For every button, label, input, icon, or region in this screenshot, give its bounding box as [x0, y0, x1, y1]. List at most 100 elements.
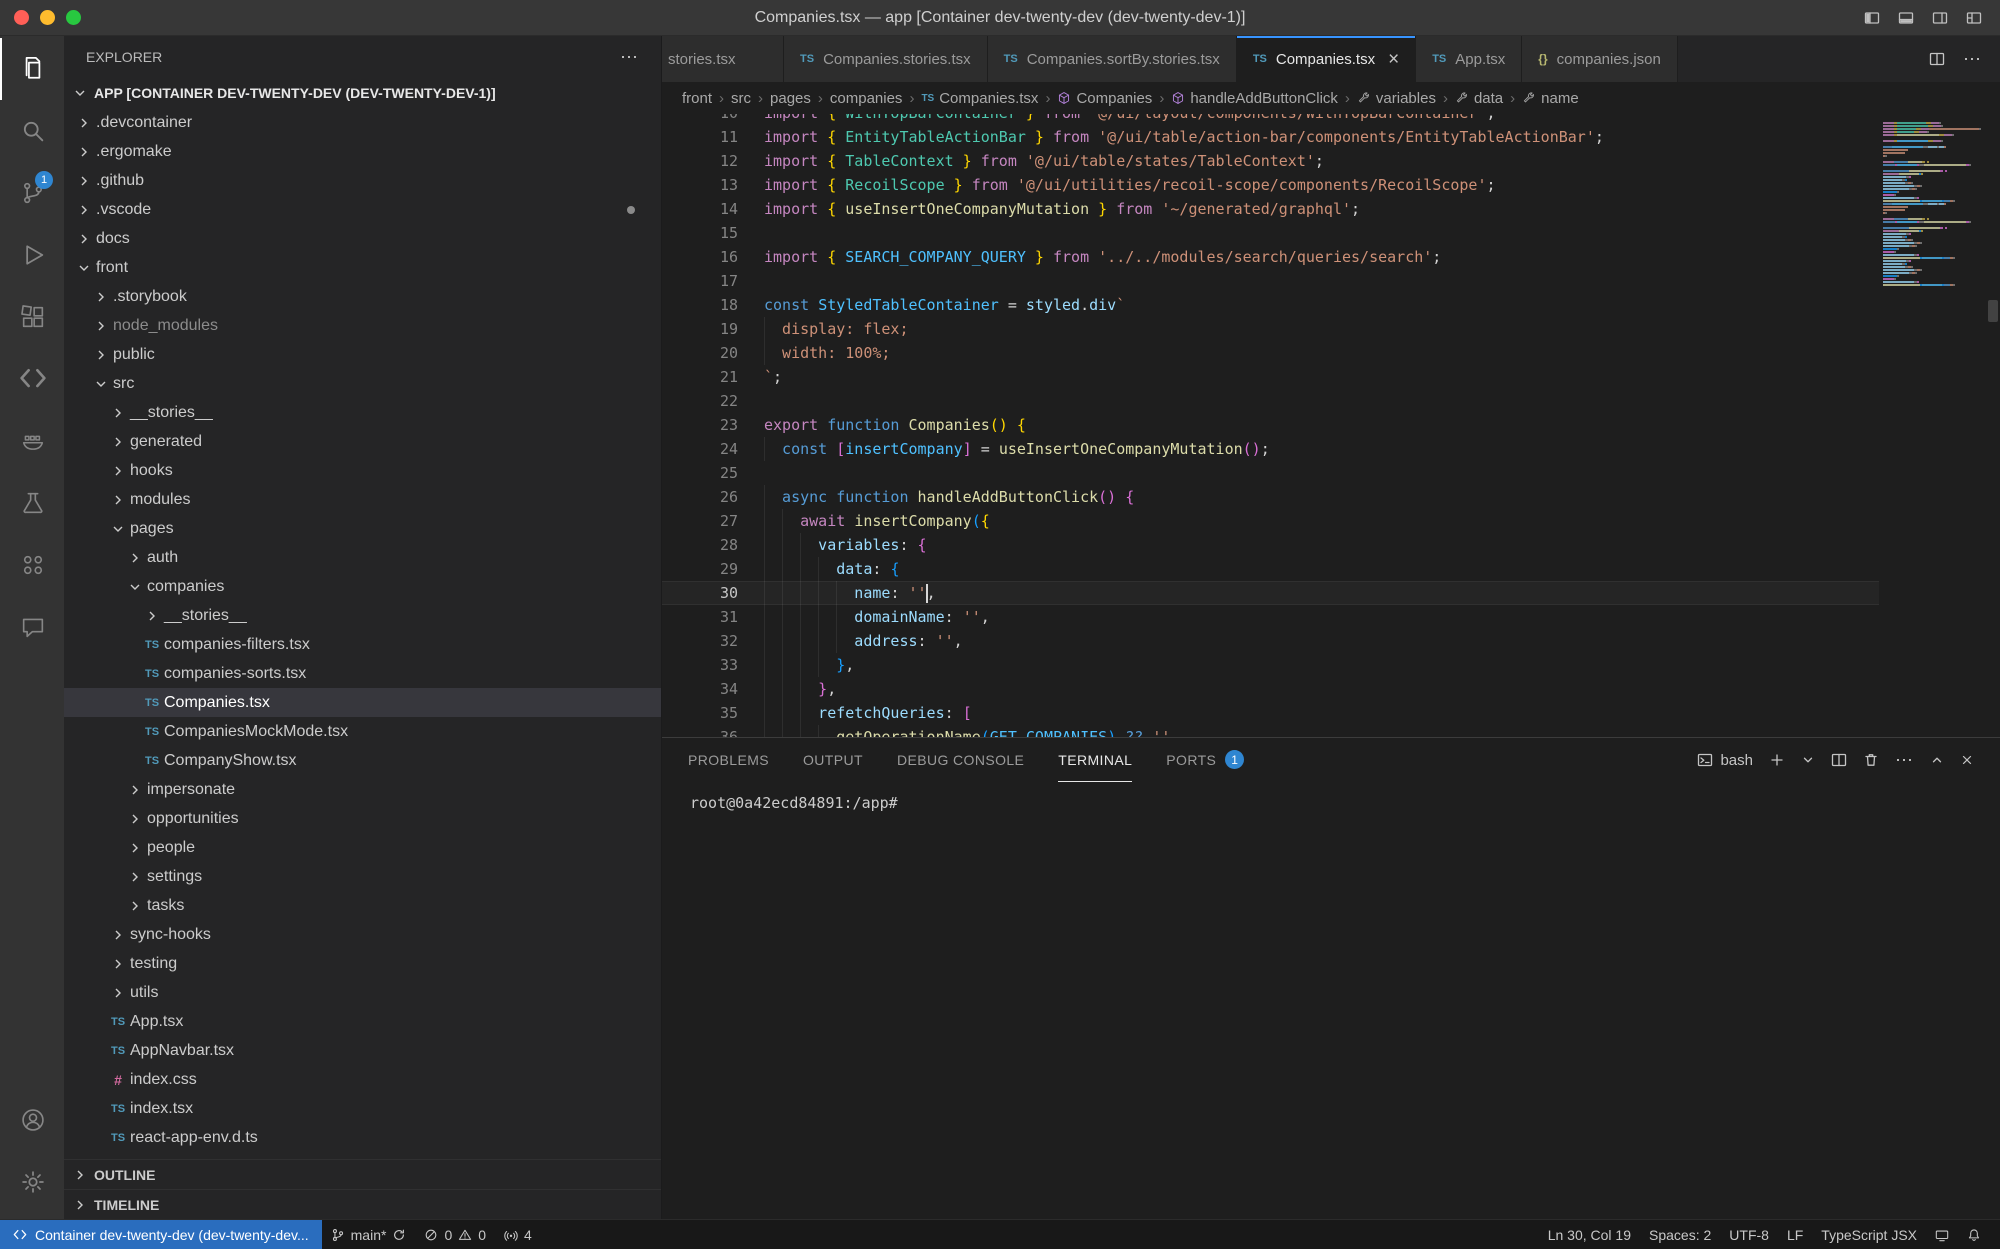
- terminal-profile-chip[interactable]: bash: [1697, 752, 1753, 769]
- branch-indicator[interactable]: main*: [322, 1220, 416, 1249]
- panel-tab-output[interactable]: OUTPUT: [803, 738, 863, 782]
- panel-tab-ports[interactable]: PORTS1: [1166, 738, 1244, 782]
- tree-item-src[interactable]: src: [64, 369, 661, 398]
- tab-stories-tsx[interactable]: stories.tsx: [662, 36, 784, 82]
- toggle-panel-icon[interactable]: [1898, 10, 1914, 26]
- tree-item-public[interactable]: public: [64, 340, 661, 369]
- tree-item-node-modules[interactable]: node_modules: [64, 311, 661, 340]
- tree-item-sync-hooks[interactable]: sync-hooks: [64, 920, 661, 949]
- panel-tab-terminal[interactable]: TERMINAL: [1058, 738, 1132, 782]
- notifications[interactable]: [1958, 1220, 1990, 1249]
- activity-run-and-debug-button[interactable]: [0, 224, 64, 286]
- language-mode[interactable]: TypeScript JSX: [1812, 1220, 1926, 1249]
- encoding-setting[interactable]: UTF-8: [1720, 1220, 1778, 1249]
- remote-indicator[interactable]: Container dev-twenty-dev (dev-twenty-dev…: [0, 1220, 322, 1249]
- tree-item--devcontainer[interactable]: .devcontainer: [64, 108, 661, 137]
- tree-item-people[interactable]: people: [64, 833, 661, 862]
- maximize-panel-icon[interactable]: [1930, 753, 1944, 767]
- toggle-secondary-sidebar-icon[interactable]: [1932, 10, 1948, 26]
- tree-item-companiesmockmode-tsx[interactable]: TSCompaniesMockMode.tsx: [64, 717, 661, 746]
- tree-item--ergomake[interactable]: .ergomake: [64, 137, 661, 166]
- activity-extensions-button[interactable]: [0, 286, 64, 348]
- code-line-25[interactable]: 25: [662, 461, 1879, 485]
- tree-item-opportunities[interactable]: opportunities: [64, 804, 661, 833]
- breadcrumb-item-front[interactable]: front: [682, 90, 712, 107]
- breadcrumb-item-pages[interactable]: pages: [770, 90, 811, 107]
- code-line-33[interactable]: 33 },: [662, 653, 1879, 677]
- panel-tab-debug-console[interactable]: DEBUG CONSOLE: [897, 738, 1024, 782]
- activity-testing-button[interactable]: [0, 472, 64, 534]
- code-line-13[interactable]: 13import { RecoilScope } from '@/ui/util…: [662, 173, 1879, 197]
- breadcrumb-item-companies[interactable]: companies: [830, 90, 903, 107]
- panel-tab-problems[interactable]: PROBLEMS: [688, 738, 769, 782]
- breadcrumb-item-companies[interactable]: Companies: [1057, 90, 1152, 107]
- activity-docker-button[interactable]: [0, 410, 64, 472]
- code-line-36[interactable]: 36 getOperationName(GET_COMPANIES) ?? ''…: [662, 725, 1879, 737]
- indentation-setting[interactable]: Spaces: 2: [1640, 1220, 1720, 1249]
- breadcrumb-item-variables[interactable]: variables: [1357, 90, 1436, 107]
- terminal-output[interactable]: root@0a42ecd84891:/app#: [662, 782, 2000, 1219]
- activity-settings-button[interactable]: [0, 1151, 64, 1213]
- breadcrumb-item-data[interactable]: data: [1455, 90, 1503, 107]
- activity-comments-button[interactable]: [0, 596, 64, 658]
- code-line-10[interactable]: 10import { WithTopBarContainer } from '@…: [662, 114, 1879, 125]
- tree-item-companyshow-tsx[interactable]: TSCompanyShow.tsx: [64, 746, 661, 775]
- panel-more-actions-icon[interactable]: ⋯: [1895, 750, 1914, 771]
- tree-item-docs[interactable]: docs: [64, 224, 661, 253]
- new-terminal-icon[interactable]: [1769, 752, 1785, 768]
- breadcrumb-item-name[interactable]: name: [1522, 90, 1579, 107]
- code-line-19[interactable]: 19 display: flex;: [662, 317, 1879, 341]
- customize-layout-icon[interactable]: [1966, 10, 1982, 26]
- problems-indicator[interactable]: 0 0: [415, 1220, 495, 1249]
- tab-companies-stories-tsx[interactable]: TSCompanies.stories.tsx: [784, 36, 988, 82]
- tree-item-companies-tsx[interactable]: TSCompanies.tsx: [64, 688, 661, 717]
- code-line-18[interactable]: 18const StyledTableContainer = styled.di…: [662, 293, 1879, 317]
- toggle-sidebar-icon[interactable]: [1864, 10, 1880, 26]
- activity-accounts-button[interactable]: [0, 1089, 64, 1151]
- tree-item-auth[interactable]: auth: [64, 543, 661, 572]
- code-line-29[interactable]: 29 data: {: [662, 557, 1879, 581]
- code-line-14[interactable]: 14import { useInsertOneCompanyMutation }…: [662, 197, 1879, 221]
- tree-item-settings[interactable]: settings: [64, 862, 661, 891]
- code-line-17[interactable]: 17: [662, 269, 1879, 293]
- tree-item--vscode[interactable]: .vscode: [64, 195, 661, 224]
- tree-item-app-tsx[interactable]: TSApp.tsx: [64, 1007, 661, 1036]
- tree-item-hooks[interactable]: hooks: [64, 456, 661, 485]
- editor-more-actions-icon[interactable]: ⋯: [1963, 49, 1982, 70]
- tree-item-companies-sorts-tsx[interactable]: TScompanies-sorts.tsx: [64, 659, 661, 688]
- split-terminal-icon[interactable]: [1831, 752, 1847, 768]
- code-line-23[interactable]: 23export function Companies() {: [662, 413, 1879, 437]
- activity-remote-explorer-button[interactable]: [0, 348, 64, 410]
- tree-item--stories-[interactable]: __stories__: [64, 398, 661, 427]
- tree-item-index-css[interactable]: #index.css: [64, 1065, 661, 1094]
- code-line-32[interactable]: 32 address: '',: [662, 629, 1879, 653]
- code-line-28[interactable]: 28 variables: {: [662, 533, 1879, 557]
- zoom-window-button[interactable]: [66, 10, 81, 25]
- breadcrumb-item-handleaddbuttonclick[interactable]: handleAddButtonClick: [1171, 90, 1338, 107]
- code-line-22[interactable]: 22: [662, 389, 1879, 413]
- ports-indicator[interactable]: 4: [495, 1220, 541, 1249]
- minimap[interactable]: [1879, 114, 1986, 737]
- tab-companies-sortby-stories-tsx[interactable]: TSCompanies.sortBy.stories.tsx: [988, 36, 1237, 82]
- code-line-30[interactable]: 30 name: '',: [662, 581, 1879, 605]
- tree-item-companies-filters-tsx[interactable]: TScompanies-filters.tsx: [64, 630, 661, 659]
- kill-terminal-icon[interactable]: [1863, 752, 1879, 768]
- activity-explorer-button[interactable]: [0, 38, 64, 100]
- code-line-24[interactable]: 24 const [insertCompany] = useInsertOneC…: [662, 437, 1879, 461]
- cursor-position[interactable]: Ln 30, Col 19: [1539, 1220, 1640, 1249]
- code-line-31[interactable]: 31 domainName: '',: [662, 605, 1879, 629]
- explorer-more-actions-icon[interactable]: ⋯: [620, 47, 639, 68]
- code-line-26[interactable]: 26 async function handleAddButtonClick()…: [662, 485, 1879, 509]
- close-panel-icon[interactable]: [1960, 753, 1974, 767]
- breadcrumb-item-companies-tsx[interactable]: TSCompanies.tsx: [921, 90, 1038, 107]
- tree-item-pages[interactable]: pages: [64, 514, 661, 543]
- tree-item-index-tsx[interactable]: TSindex.tsx: [64, 1094, 661, 1123]
- close-tab-icon[interactable]: ×: [1388, 50, 1399, 69]
- timeline-section-header[interactable]: TIMELINE: [64, 1189, 661, 1219]
- outline-section-header[interactable]: OUTLINE: [64, 1159, 661, 1189]
- tree-item-impersonate[interactable]: impersonate: [64, 775, 661, 804]
- eol-setting[interactable]: LF: [1778, 1220, 1812, 1249]
- code-line-21[interactable]: 21`;: [662, 365, 1879, 389]
- code-line-16[interactable]: 16import { SEARCH_COMPANY_QUERY } from '…: [662, 245, 1879, 269]
- code-line-11[interactable]: 11import { EntityTableActionBar } from '…: [662, 125, 1879, 149]
